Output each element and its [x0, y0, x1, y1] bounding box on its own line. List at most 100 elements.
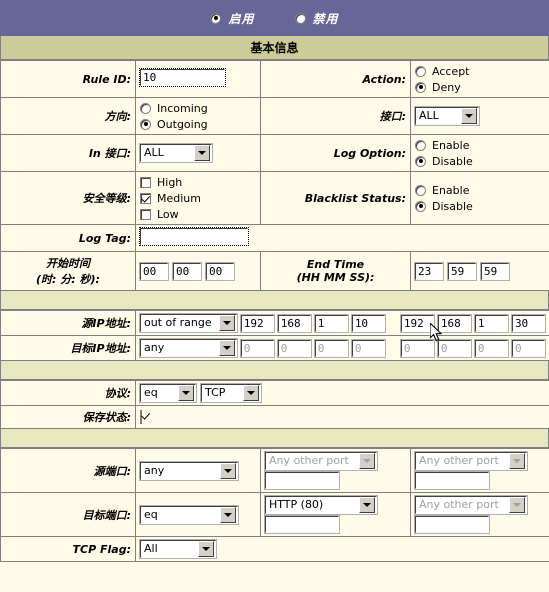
dest-ip-mode-value: any [144, 341, 165, 354]
source-ip-cell: out of range 192 168 1 10 192 168 1 30 [135, 310, 549, 336]
dest-port-second-select[interactable]: Any other port [414, 495, 528, 515]
security-medium-option[interactable]: Medium [140, 191, 256, 205]
direction-incoming-radio[interactable] [140, 102, 151, 114]
source-ip-end-octet-3[interactable]: 1 [473, 313, 509, 333]
dest-ip-start-octet-3[interactable]: 0 [313, 338, 349, 358]
start-time-label-line2: (时: 分: 秒): [36, 273, 100, 286]
ip-address-table: 源IP地址: out of range 192 168 1 10 192 168… [0, 310, 549, 361]
source-ip-end-octet-1[interactable]: 192 [399, 313, 435, 333]
direction-outgoing-radio[interactable] [140, 118, 151, 130]
dest-port-operator-select[interactable]: eq [139, 504, 239, 525]
log-tag-input[interactable] [139, 227, 249, 246]
action-accept-radio[interactable] [415, 65, 426, 77]
interface-select[interactable]: ALL [414, 106, 480, 126]
protocol-operator-value: eq [144, 386, 158, 399]
chevron-down-icon [359, 497, 375, 513]
source-port-first-select[interactable]: Any other port [264, 451, 378, 471]
ports-table: 源端口: any Any other port Any other port 目… [0, 448, 549, 562]
action-deny-radio[interactable] [415, 81, 426, 93]
source-port-second-select[interactable]: Any other port [414, 451, 528, 471]
log-option-enable-option[interactable]: Enable [415, 138, 545, 152]
security-level-cell: High Medium Low [135, 171, 261, 225]
start-time-minute-input[interactable]: 00 [172, 261, 202, 281]
start-time-label: 开始时间 (时: 分: 秒): [0, 251, 136, 291]
security-high-checkbox[interactable] [140, 176, 151, 188]
end-time-label-line2: (HH MM SS): [296, 271, 375, 284]
log-option-enable-radio[interactable] [415, 139, 426, 151]
dest-ip-mode-select[interactable]: any [139, 338, 238, 358]
dest-ip-start-octet-4[interactable]: 0 [350, 338, 386, 358]
dest-ip-end-octet-3[interactable]: 0 [473, 338, 509, 358]
save-state-checkbox[interactable] [140, 410, 142, 424]
dest-ip-end-octet-2[interactable]: 0 [436, 338, 472, 358]
dest-ip-end-octet-1[interactable]: 0 [399, 338, 435, 358]
chevron-down-icon [178, 385, 194, 401]
dest-port-first-select[interactable]: HTTP (80) [264, 495, 378, 515]
enable-radio[interactable] [210, 12, 222, 24]
log-option-disable-option[interactable]: Disable [415, 154, 545, 168]
blacklist-disable-radio[interactable] [415, 200, 426, 212]
dest-port-first-cell: HTTP (80) [260, 492, 411, 537]
security-low-checkbox[interactable] [140, 208, 151, 220]
start-time-cell: 00 00 00 [135, 251, 261, 291]
chevron-down-icon [359, 453, 375, 469]
blacklist-status-label: Blacklist Status: [260, 171, 411, 225]
log-option-label: Log Option: [260, 134, 411, 172]
source-port-first-input[interactable] [264, 471, 340, 490]
security-high-option[interactable]: High [140, 175, 256, 189]
log-option-disable-radio[interactable] [415, 155, 426, 167]
dest-port-label: 目标端口: [0, 492, 136, 537]
dest-ip-start-octet-2[interactable]: 0 [276, 338, 312, 358]
security-low-option[interactable]: Low [140, 207, 256, 221]
source-port-second-cell: Any other port [410, 448, 549, 493]
protocol-value-select[interactable]: TCP [200, 383, 262, 403]
dest-port-second-input[interactable] [414, 515, 490, 534]
end-time-label: End Time (HH MM SS): [260, 251, 411, 291]
end-time-second-input[interactable]: 59 [480, 261, 510, 281]
security-medium-checkbox[interactable] [140, 192, 151, 204]
direction-outgoing-option[interactable]: Outgoing [140, 117, 256, 131]
source-port-operator-select[interactable]: any [139, 460, 239, 481]
source-ip-start-octet-4[interactable]: 10 [350, 313, 386, 333]
table-row-rule-id-action: Rule ID: 10 Action: Accept Deny [0, 60, 549, 98]
dest-ip-start-octet-1[interactable]: 0 [239, 338, 275, 358]
end-time-minute-input[interactable]: 59 [447, 261, 477, 281]
tcp-flag-select[interactable]: All [139, 539, 217, 559]
action-deny-label: Deny [432, 80, 461, 94]
dest-port-first-input[interactable] [264, 515, 340, 534]
chevron-down-icon [461, 108, 477, 124]
dest-ip-end-octet-4[interactable]: 0 [510, 338, 546, 358]
interface-label: 接口: [260, 97, 411, 135]
protocol-operator-select[interactable]: eq [139, 383, 197, 403]
chevron-down-icon [194, 145, 210, 161]
blacklist-disable-option[interactable]: Disable [415, 199, 545, 213]
source-port-label: 源端口: [0, 448, 136, 493]
action-accept-option[interactable]: Accept [415, 64, 545, 78]
source-ip-end-octet-2[interactable]: 168 [436, 313, 472, 333]
end-time-hour-input[interactable]: 23 [414, 261, 444, 281]
start-time-second-input[interactable]: 00 [205, 261, 235, 281]
disable-radio-option[interactable]: 禁用 [294, 10, 339, 27]
disable-label: 禁用 [312, 11, 339, 26]
tcp-flag-label: TCP Flag: [0, 536, 136, 562]
enable-radio-option[interactable]: 启用 [210, 10, 254, 27]
source-ip-mode-select[interactable]: out of range [139, 313, 238, 333]
security-level-label: 安全等级: [0, 171, 136, 225]
source-ip-start-octet-1[interactable]: 192 [239, 313, 275, 333]
source-ip-start-octet-3[interactable]: 1 [313, 313, 349, 333]
action-deny-option[interactable]: Deny [415, 80, 545, 94]
start-time-hour-input[interactable]: 00 [139, 261, 169, 281]
direction-incoming-option[interactable]: Incoming [140, 101, 256, 115]
source-port-second-input[interactable] [414, 471, 490, 490]
disable-radio[interactable] [294, 12, 306, 24]
in-interface-select[interactable]: ALL [139, 143, 213, 163]
blacklist-enable-option[interactable]: Enable [415, 183, 545, 197]
table-row-dest-ip: 目标IP地址: any 0 0 0 0 0 0 0 0 [0, 335, 549, 361]
security-low-label: Low [157, 207, 179, 221]
source-ip-end-octet-4[interactable]: 30 [510, 313, 546, 333]
table-row-log-tag: Log Tag: [0, 224, 549, 252]
rule-id-input[interactable]: 10 [139, 68, 226, 87]
source-ip-start-octet-2[interactable]: 168 [276, 313, 312, 333]
chevron-down-icon [243, 385, 259, 401]
blacklist-enable-radio[interactable] [415, 184, 426, 196]
